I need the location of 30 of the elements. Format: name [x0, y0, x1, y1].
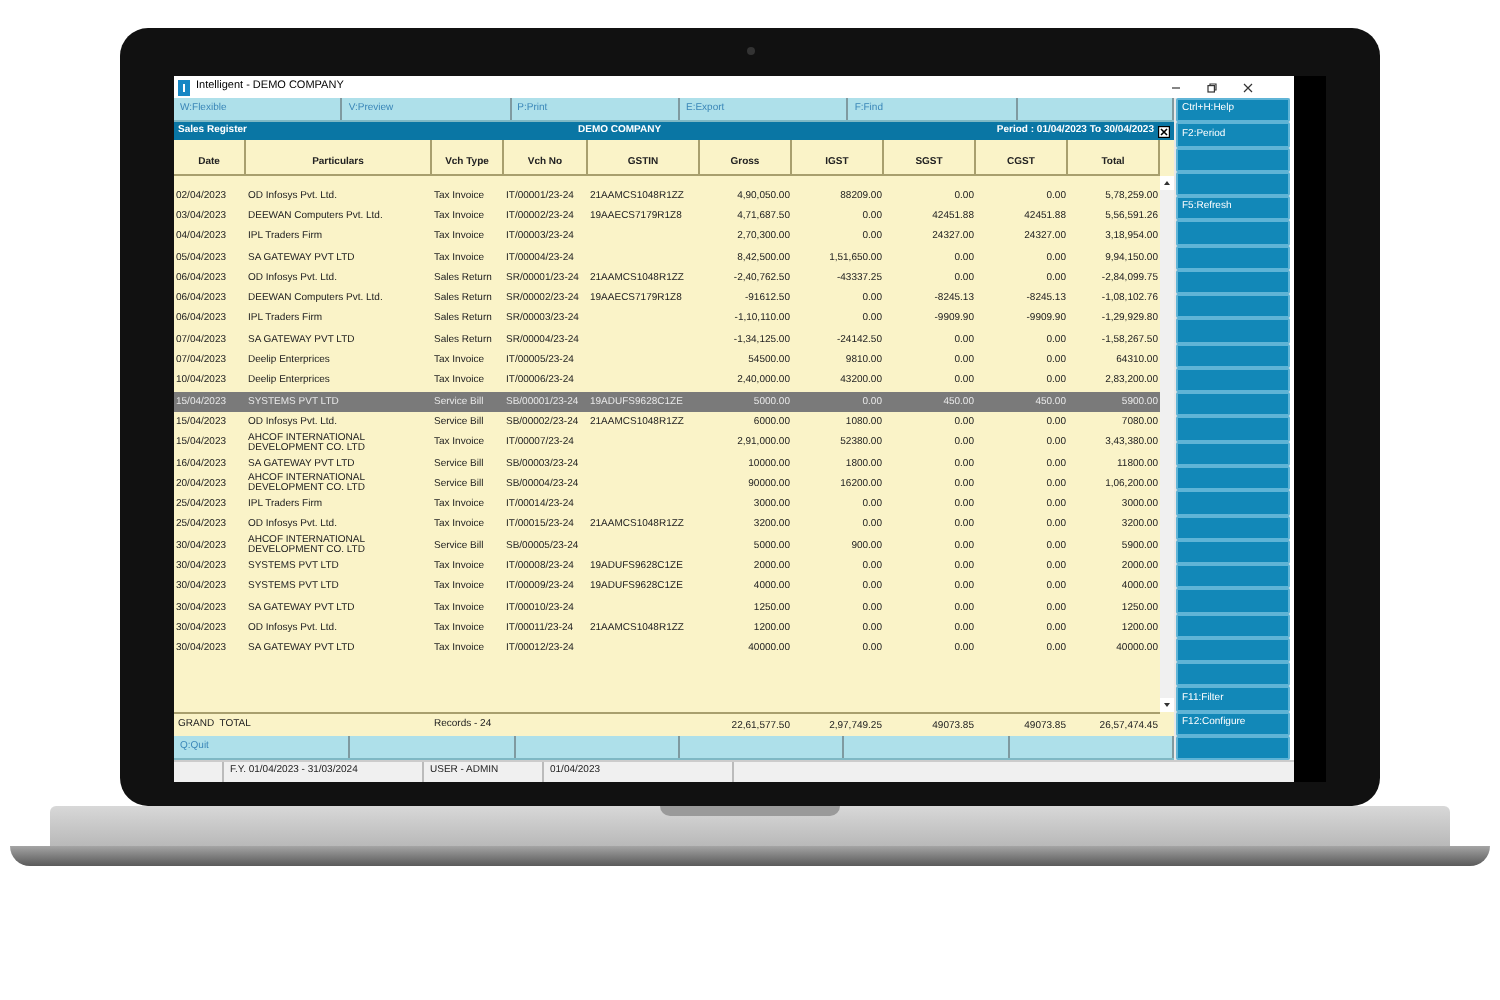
scrollbar[interactable]: [1160, 176, 1174, 712]
side-panel-slot: [1176, 515, 1290, 540]
side-panel-slot: [1176, 735, 1290, 761]
side-panel-slot: [1176, 269, 1290, 295]
side-panel-slot: [1176, 318, 1290, 344]
scroll-up-icon: [1160, 176, 1174, 190]
side-panel-slot: [1176, 637, 1290, 663]
side-panel-slot: [1176, 294, 1290, 319]
side-panel-slot: [1176, 613, 1290, 638]
side-panel-slot: [1176, 343, 1290, 368]
side-panel-slot: [1176, 539, 1290, 565]
side-panel-slot: [1176, 465, 1290, 491]
minimize-icon: [1170, 81, 1182, 93]
scroll-down-icon: [1160, 698, 1174, 712]
side-panel-slot: [1176, 662, 1290, 687]
side-panel-slot: [1176, 171, 1290, 197]
side-panel-slot: [1176, 416, 1290, 442]
side-panel-slot: [1176, 392, 1290, 417]
side-panel-slot: [1176, 367, 1290, 393]
side-panel-slot: [1176, 441, 1290, 466]
side-panel-slot: [1176, 564, 1290, 589]
camera-icon: [746, 46, 756, 56]
side-panel-slot: [1176, 220, 1290, 246]
side-panel-slot: [1176, 147, 1290, 172]
close-icon: [1242, 81, 1254, 93]
side-panel-slot: [1176, 490, 1290, 516]
side-panel-slot: [1176, 245, 1290, 270]
restore-icon: [1206, 81, 1218, 93]
close-report-icon: [1158, 125, 1170, 137]
side-panel-slot: [1176, 588, 1290, 614]
